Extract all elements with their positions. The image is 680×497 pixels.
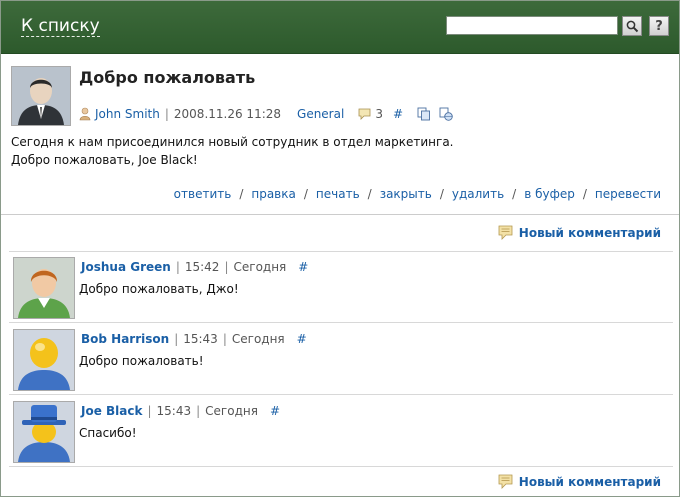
post-body: Сегодня к нам присоединился новый сотруд…: [11, 133, 453, 169]
comment-header: Bob Harrison | 15:43 | Сегодня #: [81, 332, 307, 346]
comment-header: Joe Black | 15:43 | Сегодня #: [81, 404, 280, 418]
comment-avatar: [13, 257, 75, 319]
new-comment-label: Новый комментарий: [518, 225, 661, 240]
user-icon: [79, 107, 91, 121]
top-bar: К списку ?: [1, 1, 679, 54]
businessman-avatar-icon: [12, 67, 70, 125]
comment-avatar: [13, 329, 75, 391]
post-category-link[interactable]: General: [297, 107, 344, 121]
comment-item: Joshua Green | 15:42 | Сегодня # Добро п…: [9, 253, 673, 323]
separator: |: [224, 260, 229, 274]
new-comment-button[interactable]: Новый комментарий: [498, 474, 661, 489]
separator: /: [239, 187, 244, 201]
separator: /: [582, 187, 587, 201]
post-author-avatar: [11, 66, 71, 126]
separator: |: [164, 107, 169, 121]
separator: /: [439, 187, 444, 201]
yellow-person-avatar-icon: [14, 330, 74, 390]
green-person-avatar-icon: [14, 258, 74, 318]
blue-hat-person-avatar-icon: [14, 402, 74, 462]
separator: |: [175, 260, 180, 274]
post-comment-count: 3: [375, 107, 383, 121]
separator: |: [147, 404, 152, 418]
comment-count-icon: [358, 108, 371, 120]
comment-text: Спасибо!: [79, 426, 137, 440]
delete-link[interactable]: удалить: [452, 187, 504, 201]
comment-time: 15:43: [156, 404, 192, 418]
clipboard-link[interactable]: в буфер: [524, 187, 575, 201]
divider: [9, 466, 673, 467]
comment-permalink[interactable]: #: [297, 332, 307, 346]
comment-permalink[interactable]: #: [270, 404, 280, 418]
comment-text: Добро пожаловать!: [79, 354, 204, 368]
post-body-line: Добро пожаловать, Joe Black!: [11, 153, 198, 167]
separator: /: [303, 187, 308, 201]
print-link[interactable]: печать: [316, 187, 360, 201]
edit-link[interactable]: правка: [251, 187, 296, 201]
separator: |: [174, 332, 179, 346]
comment-author-link[interactable]: Joshua Green: [81, 260, 171, 274]
note-icon: [498, 474, 513, 489]
divider: [9, 322, 673, 323]
close-link[interactable]: закрыть: [380, 187, 432, 201]
post-datetime: 2008.11.26 11:28: [173, 107, 282, 121]
comment-text: Добро пожаловать, Джо!: [79, 282, 239, 296]
translate-icon[interactable]: [439, 107, 453, 121]
comment-item: Bob Harrison | 15:43 | Сегодня # Добро п…: [9, 325, 673, 395]
comment-day: Сегодня: [205, 404, 258, 418]
translate-link[interactable]: перевести: [595, 187, 661, 201]
copy-icon[interactable]: [417, 107, 431, 121]
comment-header: Joshua Green | 15:42 | Сегодня #: [81, 260, 308, 274]
divider: [1, 214, 679, 215]
separator: /: [367, 187, 372, 201]
new-comment-label: Новый комментарий: [518, 474, 661, 489]
separator: |: [196, 404, 201, 418]
new-comment-button[interactable]: Новый комментарий: [498, 225, 661, 240]
comment-permalink[interactable]: #: [298, 260, 308, 274]
comment-avatar: [13, 401, 75, 463]
comment-day: Сегодня: [231, 332, 285, 346]
divider: [9, 394, 673, 395]
post-meta: John Smith | 2008.11.26 11:28 General 3 …: [79, 107, 453, 121]
post-author-link[interactable]: John Smith: [95, 107, 160, 121]
post-body-line: Сегодня к нам присоединился новый сотруд…: [11, 135, 454, 149]
search-input[interactable]: [446, 16, 618, 35]
comment-author-link[interactable]: Bob Harrison: [81, 332, 169, 346]
help-button[interactable]: ?: [649, 16, 669, 36]
post-title: Добро пожаловать: [79, 68, 256, 87]
comment-item: Joe Black | 15:43 | Сегодня # Спасибо!: [9, 397, 673, 467]
post-actions: ответить / правка / печать / закрыть / удалить / в…: [174, 187, 661, 201]
reply-link[interactable]: ответить: [174, 187, 232, 201]
comment-time: 15:42: [184, 260, 220, 274]
magnifier-icon: [626, 20, 638, 32]
comment-day: Сегодня: [233, 260, 287, 274]
comment-time: 15:43: [183, 332, 218, 346]
note-icon: [498, 225, 513, 240]
divider: [9, 251, 673, 252]
separator: |: [222, 332, 227, 346]
back-to-list-link[interactable]: К списку: [21, 16, 100, 37]
separator: /: [512, 187, 517, 201]
comment-author-link[interactable]: Joe Black: [81, 404, 142, 418]
thread-window: К списку ? Добро пожаловать John Smith |: [0, 0, 680, 497]
search-button[interactable]: [622, 16, 642, 36]
post-permalink[interactable]: #: [393, 107, 403, 121]
